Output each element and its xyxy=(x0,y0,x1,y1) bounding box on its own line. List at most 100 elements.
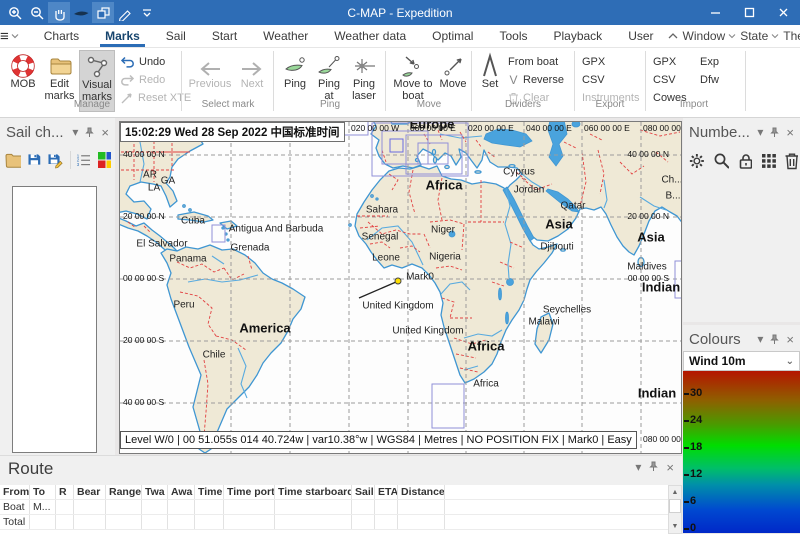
map-label: United Kingdom xyxy=(392,326,463,337)
route-panel-title: Route xyxy=(8,459,53,479)
panel-menu-icon[interactable]: ▾ xyxy=(72,126,78,138)
map-label: United Kingdom xyxy=(362,301,433,312)
panel-menu-icon[interactable]: ▾ xyxy=(635,461,641,474)
import-gpx-button[interactable]: GPX xyxy=(653,54,676,70)
save-icon[interactable] xyxy=(27,150,42,169)
import-csv-button[interactable]: CSV xyxy=(653,72,676,88)
grid-dots-icon[interactable] xyxy=(760,152,776,170)
redo-button[interactable]: Redo xyxy=(120,72,165,88)
export-csv-button[interactable]: CSV xyxy=(582,72,605,88)
map-label: LA xyxy=(148,183,160,194)
gradient-tick-label: 24 xyxy=(690,414,702,426)
theme-menu[interactable]: Theme xyxy=(783,29,800,43)
minimize-button[interactable] xyxy=(698,0,732,25)
pin-icon[interactable] xyxy=(770,127,779,138)
map-label: Africa xyxy=(468,339,505,354)
numbered-list-icon[interactable]: 123 xyxy=(76,150,91,169)
save-edit-icon[interactable] xyxy=(47,150,63,169)
close-panel-icon[interactable]: × xyxy=(786,126,794,139)
tab-marks[interactable]: Marks xyxy=(92,26,153,47)
dividers-set-button[interactable]: Set xyxy=(475,50,505,112)
table-cell xyxy=(375,500,398,514)
open-folder-icon[interactable] xyxy=(5,151,21,169)
map-timestamp: 15:02:29 Wed 28 Sep 2022 中国标准时间 xyxy=(120,122,345,142)
qat-more-icon[interactable] xyxy=(136,2,158,23)
tab-start[interactable]: Start xyxy=(199,26,250,47)
panel-menu-icon[interactable]: ▾ xyxy=(757,333,763,345)
pin-icon[interactable] xyxy=(770,334,779,345)
graticule-label: 060 00 00 E xyxy=(584,123,630,133)
zoom-in-icon[interactable] xyxy=(4,2,26,23)
tab-charts[interactable]: Charts xyxy=(31,26,92,47)
state-menu[interactable]: State xyxy=(740,29,779,43)
table-cell xyxy=(56,515,74,529)
graticule-label: 40 00 00 S xyxy=(123,397,164,407)
scroll-up-icon[interactable]: ▲ xyxy=(669,486,681,499)
search-icon[interactable] xyxy=(713,152,729,170)
graticule-label: 080 00 00 E xyxy=(643,123,682,133)
windows-icon[interactable] xyxy=(92,2,114,23)
close-panel-icon[interactable]: × xyxy=(101,126,109,139)
scroll-thumb[interactable] xyxy=(669,499,681,513)
boat-icon[interactable] xyxy=(70,2,92,23)
trash-icon[interactable] xyxy=(784,152,798,170)
export-gpx-button[interactable]: GPX xyxy=(582,54,605,70)
pin-icon[interactable] xyxy=(85,127,94,138)
edit-marks-button[interactable]: Edit marks xyxy=(42,50,77,112)
close-button[interactable] xyxy=(766,0,800,25)
dividers-reverse-button[interactable]: VReverse xyxy=(508,72,564,88)
collapse-ribbon-icon[interactable] xyxy=(667,31,679,41)
colour-source-select[interactable]: Wind 10m⌄ xyxy=(683,351,800,371)
route-row[interactable]: BoatM... xyxy=(0,500,668,515)
maximize-button[interactable] xyxy=(732,0,766,25)
mob-button[interactable]: MOB xyxy=(6,50,40,112)
import-dfw-button[interactable]: Dfw xyxy=(700,72,719,88)
ping-button[interactable]: Ping xyxy=(279,50,311,112)
window-title: C-MAP - Expedition xyxy=(347,6,452,20)
graticule-label: 20 00 00 S xyxy=(123,335,164,345)
move-button[interactable]: Move xyxy=(437,50,469,112)
close-panel-icon[interactable]: × xyxy=(786,333,794,346)
tab-playback[interactable]: Playback xyxy=(540,26,615,47)
map-label: Maldives xyxy=(627,262,666,273)
scroll-down-icon[interactable]: ▼ xyxy=(669,520,681,533)
panel-menu-icon[interactable]: ▾ xyxy=(757,126,763,138)
reset-xte-icon xyxy=(120,92,134,105)
lock-icon[interactable] xyxy=(737,152,753,170)
app-menu-button[interactable]: ≡ xyxy=(0,28,19,45)
tab-sail[interactable]: Sail xyxy=(153,26,199,47)
chart-map[interactable]: ARLAGACubaAntigua And BarbudaEl Salvador… xyxy=(119,121,682,454)
map-label: Cuba xyxy=(181,216,205,227)
column-header: ETA xyxy=(375,485,398,499)
route-row[interactable]: Total xyxy=(0,515,668,530)
tab-tools[interactable]: Tools xyxy=(486,26,540,47)
pin-icon[interactable] xyxy=(649,461,658,472)
ribbon: MOB Edit marks Visual marks Undo Redo Re… xyxy=(0,48,800,118)
dividers-from-boat-button[interactable]: From boat xyxy=(508,54,558,70)
import-exp-button[interactable]: Exp xyxy=(700,54,719,70)
route-table-scrollbar[interactable]: ▲ ▼ xyxy=(668,485,682,534)
pen-icon[interactable] xyxy=(114,2,136,23)
tab-optimal[interactable]: Optimal xyxy=(419,26,486,47)
close-panel-icon[interactable]: × xyxy=(666,461,674,474)
map-label: Nigeria xyxy=(429,252,461,263)
undo-button[interactable]: Undo xyxy=(120,54,165,70)
ping-laser-button[interactable]: Ping laser xyxy=(347,50,381,112)
window-menu[interactable]: Window xyxy=(683,29,737,43)
table-cell: M... xyxy=(30,500,56,514)
tab-weather-data[interactable]: Weather data xyxy=(321,26,419,47)
table-cell: Boat xyxy=(0,500,30,514)
map-label: Niger xyxy=(431,225,455,236)
map-label: Seychelles xyxy=(543,305,591,316)
zoom-out-icon[interactable] xyxy=(26,2,48,23)
map-label: B... xyxy=(665,191,680,202)
sail-chart-list[interactable] xyxy=(12,186,97,453)
tab-weather[interactable]: Weather xyxy=(250,26,321,47)
colour-grid-icon[interactable] xyxy=(97,151,111,169)
mark0-dot[interactable] xyxy=(395,278,402,285)
table-cell xyxy=(398,500,445,514)
pan-hand-icon[interactable] xyxy=(48,2,70,23)
laser-icon xyxy=(347,50,381,78)
tab-user[interactable]: User xyxy=(615,26,666,47)
settings-gear-icon[interactable] xyxy=(689,152,705,170)
